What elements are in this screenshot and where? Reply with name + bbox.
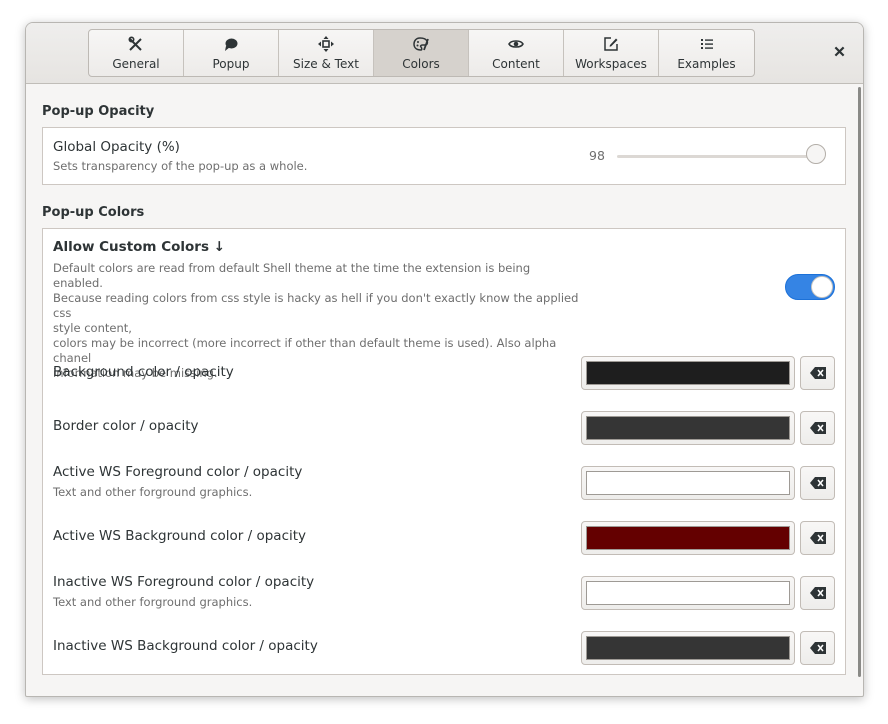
background-color-button[interactable] xyxy=(581,356,795,390)
active-ws-foreground-button[interactable] xyxy=(581,466,795,500)
global-opacity-value: 98 xyxy=(589,148,605,163)
color-swatch xyxy=(586,471,790,495)
allow-custom-colors-description: Default colors are read from default She… xyxy=(53,261,583,381)
color-swatch xyxy=(586,526,790,550)
colors-page: Pop-up Opacity Global Opacity (%) Sets t… xyxy=(26,84,863,696)
tab-size-text[interactable]: Size & Text xyxy=(279,30,374,76)
tab-label: Popup xyxy=(212,56,250,71)
clear-icon xyxy=(809,477,826,489)
active-ws-background-label: Active WS Background color / opacity xyxy=(53,528,307,544)
description-line: Because reading colors from css style is… xyxy=(53,291,579,320)
tab-label: Examples xyxy=(677,56,736,71)
border-color-label: Border color / opacity xyxy=(53,418,199,434)
allow-custom-colors-label: Allow Custom Colors ↓ xyxy=(53,239,225,255)
eye-icon xyxy=(508,36,524,52)
border-color-reset-button[interactable] xyxy=(800,411,835,445)
inactive-ws-background-button[interactable] xyxy=(581,631,795,665)
tab-label: General xyxy=(112,56,160,71)
tools-icon xyxy=(128,35,144,52)
section-title-opacity: Pop-up Opacity xyxy=(42,104,155,119)
inactive-ws-foreground-button[interactable] xyxy=(581,576,795,610)
clear-icon xyxy=(809,532,826,544)
clear-icon xyxy=(809,422,826,434)
opacity-frame: Global Opacity (%) Sets transparency of … xyxy=(42,127,846,185)
active-ws-foreground-description: Text and other forground graphics. xyxy=(53,485,253,499)
list-icon xyxy=(699,36,715,52)
inactive-ws-foreground-label: Inactive WS Foreground color / opacity xyxy=(53,574,315,590)
color-swatch xyxy=(586,416,790,440)
global-opacity-label: Global Opacity (%) xyxy=(53,139,180,155)
section-title-colors: Pop-up Colors xyxy=(42,205,145,220)
switch-knob xyxy=(811,276,833,298)
background-color-label: Background color / opacity xyxy=(53,364,234,380)
description-line: Default colors are read from default She… xyxy=(53,261,531,290)
background-color-reset-button[interactable] xyxy=(800,356,835,390)
color-swatch xyxy=(586,581,790,605)
active-ws-background-reset-button[interactable] xyxy=(800,521,835,555)
inactive-ws-background-label: Inactive WS Background color / opacity xyxy=(53,638,318,654)
tab-content[interactable]: Content xyxy=(469,30,564,76)
clear-icon xyxy=(809,587,826,599)
description-line: colors may be incorrect (more incorrect … xyxy=(53,336,557,365)
inactive-ws-background-reset-button[interactable] xyxy=(800,631,835,665)
preferences-window: General Popup Size & Text Colors Content… xyxy=(25,22,864,697)
tab-workspaces[interactable]: Workspaces xyxy=(564,30,659,76)
border-color-button[interactable] xyxy=(581,411,795,445)
close-icon xyxy=(834,46,844,56)
active-ws-foreground-reset-button[interactable] xyxy=(800,466,835,500)
global-opacity-description: Sets transparency of the pop-up as a who… xyxy=(53,159,308,173)
active-ws-background-button[interactable] xyxy=(581,521,795,555)
tab-examples[interactable]: Examples xyxy=(659,30,754,76)
color-swatch xyxy=(586,361,790,385)
header-bar: General Popup Size & Text Colors Content… xyxy=(26,23,863,84)
scrollbar[interactable] xyxy=(858,87,861,677)
clear-icon xyxy=(809,367,826,379)
palette-icon xyxy=(413,36,429,52)
colors-frame: Allow Custom Colors ↓ Default colors are… xyxy=(42,228,846,675)
tab-bar: General Popup Size & Text Colors Content… xyxy=(88,29,755,77)
tab-popup[interactable]: Popup xyxy=(184,30,279,76)
inactive-ws-foreground-description: Text and other forground graphics. xyxy=(53,595,253,609)
allow-custom-colors-switch[interactable] xyxy=(785,274,835,300)
description-line: style content, xyxy=(53,321,132,335)
move-arrows-icon xyxy=(318,35,334,52)
close-button[interactable] xyxy=(832,44,846,58)
tab-label: Workspaces xyxy=(575,56,647,71)
clear-icon xyxy=(809,642,826,654)
tab-colors[interactable]: Colors xyxy=(374,30,469,76)
tab-label: Size & Text xyxy=(293,56,359,71)
slider-handle[interactable] xyxy=(805,144,826,164)
active-ws-foreground-label: Active WS Foreground color / opacity xyxy=(53,464,303,480)
tab-label: Colors xyxy=(402,56,440,71)
edit-icon xyxy=(603,36,619,52)
inactive-ws-foreground-reset-button[interactable] xyxy=(800,576,835,610)
color-swatch xyxy=(586,636,790,660)
speech-bubble-icon xyxy=(223,36,239,52)
tab-general[interactable]: General xyxy=(89,30,184,76)
global-opacity-slider[interactable] xyxy=(617,155,820,158)
tab-label: Content xyxy=(492,56,540,71)
